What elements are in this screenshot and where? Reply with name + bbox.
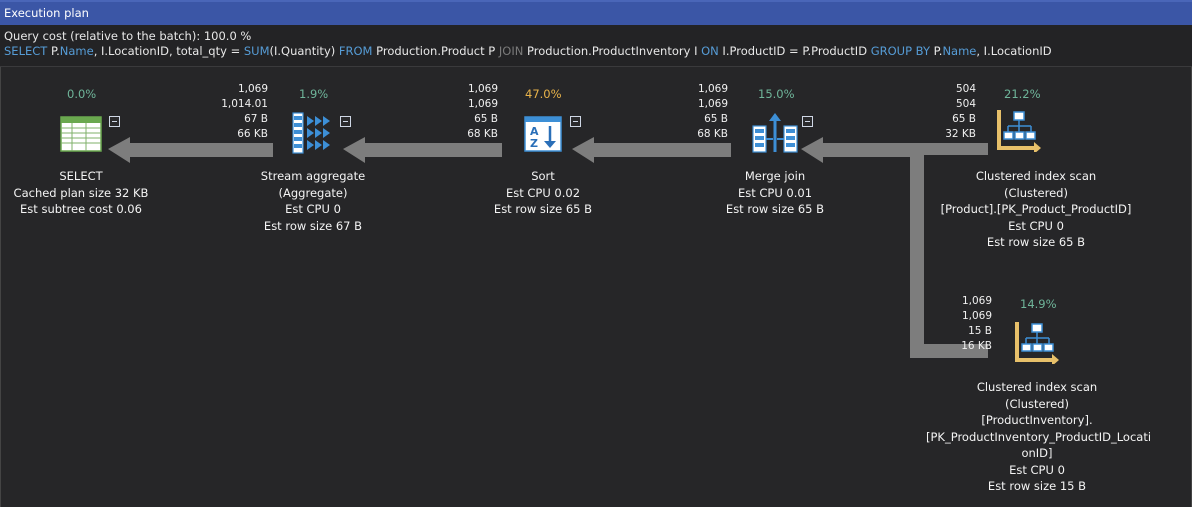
node-label-line: Est row size 65 B — [725, 202, 825, 216]
stat-line: 15 B — [968, 325, 992, 337]
stat-line: 1,069 — [467, 83, 498, 95]
merge-join-stats: 1,069 1,069 65 B 68 KB — [660, 82, 728, 142]
node-label-line: Clustered index scan — [976, 380, 1098, 394]
svg-text:Z: Z — [530, 137, 538, 150]
node-label-line: Est row size 15 B — [987, 479, 1087, 493]
aggregate-label: Stream aggregate (Aggregate) Est CPU 0 E… — [232, 168, 394, 234]
merge-join-label: Merge join Est CPU 0.01 Est row size 65 … — [694, 168, 856, 218]
scan-inventory-cost-percent: 14.9% — [1020, 297, 1057, 311]
node-label-line: Est subtree cost 0.06 — [20, 202, 142, 216]
node-label-line: Sort — [531, 169, 555, 183]
stat-line: 1,014.01 — [221, 98, 268, 110]
node-label-line: Stream aggregate — [260, 169, 366, 183]
sort-cost-percent: 47.0% — [525, 87, 562, 101]
scan-inventory-stats: 1,069 1,069 15 B 16 KB — [924, 294, 992, 354]
merge-join-icon[interactable] — [752, 112, 798, 158]
node-label-line: Est CPU 0.02 — [505, 185, 581, 200]
sort-label: Sort Est CPU 0.02 Est row size 65 B — [462, 168, 624, 218]
stat-line: 67 B — [244, 113, 268, 125]
stat-line: 1,069 — [697, 83, 728, 95]
node-label-line: [Product].[PK_Product_ProductID] — [940, 202, 1132, 216]
stat-line: 16 KB — [961, 340, 992, 352]
results-grid-icon[interactable] — [60, 116, 102, 156]
node-label-line: Est CPU 0.01 — [737, 185, 813, 200]
sort-icon[interactable]: A Z — [524, 116, 562, 156]
node-label-line: (Clustered) — [1005, 396, 1069, 411]
node-label-line: onID] — [1021, 446, 1053, 460]
stat-line: 1,069 — [237, 83, 268, 95]
stat-line: 1,069 — [467, 98, 498, 110]
stat-line: 65 B — [474, 113, 498, 125]
collapse-aggregate-toggle[interactable] — [340, 116, 351, 127]
node-label-line: Est row size 67 B — [263, 218, 363, 233]
stat-line: 504 — [955, 98, 976, 110]
stat-line: 68 KB — [467, 128, 498, 140]
node-label-line: Est row size 65 B — [986, 235, 1086, 249]
node-label-line: Clustered index scan — [975, 169, 1097, 183]
clustered-index-scan-icon[interactable] — [1014, 320, 1060, 368]
stat-line: 65 B — [952, 113, 976, 125]
node-label-line: Est CPU 0 — [1009, 462, 1065, 477]
stat-line: 66 KB — [237, 128, 268, 140]
scan-product-stats: 504 504 65 B 32 KB — [908, 82, 976, 142]
select-cost-percent: 0.0% — [67, 87, 97, 101]
node-label-line: (Clustered) — [1004, 185, 1068, 200]
stat-line: 32 KB — [945, 128, 976, 140]
scan-inventory-label: Clustered index scan (Clustered) [Produc… — [926, 379, 1152, 495]
node-label-line: Cached plan size 32 KB — [13, 185, 149, 200]
stat-line: 504 — [955, 83, 976, 95]
stat-line: 1,069 — [697, 98, 728, 110]
node-label-line: [ProductInventory]. — [981, 413, 1093, 427]
stat-line: 1,069 — [961, 295, 992, 307]
scan-product-cost-percent: 21.2% — [1004, 87, 1041, 101]
merge-join-cost-percent: 15.0% — [758, 87, 795, 101]
node-label-line: [PK_ProductInventory_ProductID_Locati — [926, 429, 1152, 444]
clustered-index-scan-icon[interactable] — [996, 108, 1042, 156]
sort-stats: 1,069 1,069 65 B 68 KB — [430, 82, 498, 142]
aggregate-stats: 1,069 1,014.01 67 B 66 KB — [200, 82, 268, 142]
collapse-select-toggle[interactable] — [109, 116, 120, 127]
stat-line: 68 KB — [697, 128, 728, 140]
collapse-merge-join-toggle[interactable] — [802, 116, 813, 127]
select-label: SELECT Cached plan size 32 KB Est subtre… — [0, 168, 162, 218]
aggregate-cost-percent: 1.9% — [299, 87, 329, 101]
node-label-line: Est CPU 0 — [1008, 218, 1064, 233]
collapse-sort-toggle[interactable] — [570, 116, 581, 127]
node-label-line: (Aggregate) — [278, 185, 348, 200]
node-label-line: Est row size 65 B — [493, 202, 593, 216]
stat-line: 1,069 — [961, 310, 992, 322]
stream-aggregate-icon[interactable] — [292, 112, 336, 158]
node-label-line: SELECT — [59, 169, 103, 183]
scan-product-label: Clustered index scan (Clustered) [Produc… — [938, 168, 1134, 251]
node-label-line: Merge join — [744, 169, 806, 183]
node-label-line: Est CPU 0 — [285, 202, 341, 216]
stat-line: 65 B — [704, 113, 728, 125]
